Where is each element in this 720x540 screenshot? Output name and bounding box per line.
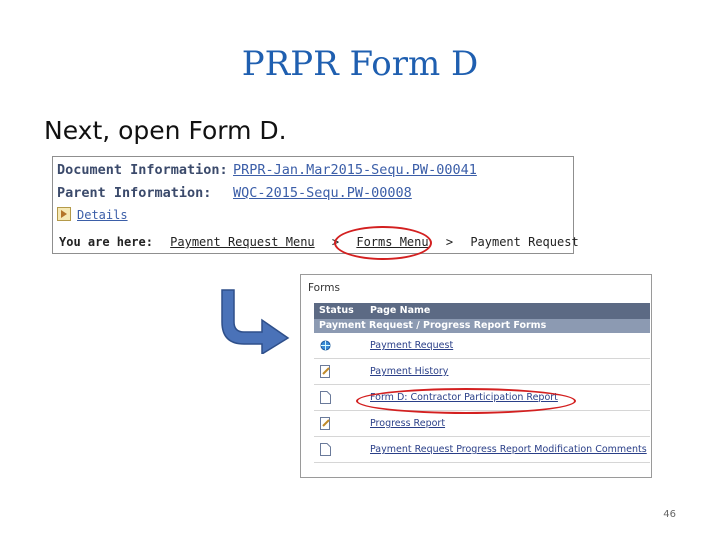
parent-info-row: Parent Information: WQC-2015-Sequ.PW-0000… xyxy=(57,185,412,201)
page-number: 46 xyxy=(663,509,676,520)
expand-arrow-icon xyxy=(57,207,71,221)
globe-icon xyxy=(320,340,331,351)
group-header: Payment Request / Progress Report Forms xyxy=(314,319,650,333)
slide-title: PRPR Form D xyxy=(241,44,479,84)
column-header-page-name: Page Name xyxy=(370,305,431,316)
form-link-payment-history[interactable]: Payment History xyxy=(370,366,448,377)
form-link-progress-report[interactable]: Progress Report xyxy=(370,418,445,429)
breadcrumb-label: You are here: xyxy=(59,235,153,249)
form-link-modification-comments[interactable]: Payment Request Progress Report Modifica… xyxy=(370,444,647,455)
curved-arrow-icon xyxy=(221,289,290,354)
table-row: Payment History xyxy=(314,359,650,385)
forms-table: Status Page Name Payment Request / Progr… xyxy=(314,303,650,463)
details-toggle[interactable]: Details xyxy=(57,207,128,222)
document-icon xyxy=(320,391,331,404)
slide-subtitle: Next, open Form D. xyxy=(44,116,287,145)
table-row: Progress Report xyxy=(314,411,650,437)
table-row: Payment Request xyxy=(314,333,650,359)
breadcrumb-current-page: Payment Request xyxy=(470,235,579,249)
form-link-payment-request[interactable]: Payment Request xyxy=(370,340,453,351)
breadcrumb-payment-request-menu[interactable]: Payment Request Menu xyxy=(170,235,315,249)
table-row: Payment Request Progress Report Modifica… xyxy=(314,437,650,463)
document-info-label: Document Information: xyxy=(57,162,228,178)
document-info-panel: Document Information: PRPR-Jan.Mar2015-Se… xyxy=(52,156,579,254)
document-icon xyxy=(320,443,331,456)
form-d-highlight-oval xyxy=(356,388,576,414)
edit-document-icon xyxy=(320,365,330,378)
details-link[interactable]: Details xyxy=(77,208,128,222)
document-info-link[interactable]: PRPR-Jan.Mar2015-Sequ.PW-00041 xyxy=(233,162,477,178)
forms-menu-highlight-oval xyxy=(334,226,432,260)
column-header-status: Status xyxy=(319,305,354,316)
parent-info-label: Parent Information: xyxy=(57,185,212,201)
breadcrumb-separator: > xyxy=(445,235,454,249)
edit-document-icon xyxy=(320,417,330,430)
breadcrumb: You are here: Payment Request Menu > For… xyxy=(59,235,579,249)
document-info-row: Document Information: PRPR-Jan.Mar2015-Se… xyxy=(57,162,477,178)
forms-panel-title: Forms xyxy=(308,282,340,294)
parent-info-link[interactable]: WQC-2015-Sequ.PW-00008 xyxy=(233,185,412,201)
forms-panel: Forms Status Page Name Payment Request /… xyxy=(300,274,652,478)
table-header: Status Page Name xyxy=(314,303,650,319)
